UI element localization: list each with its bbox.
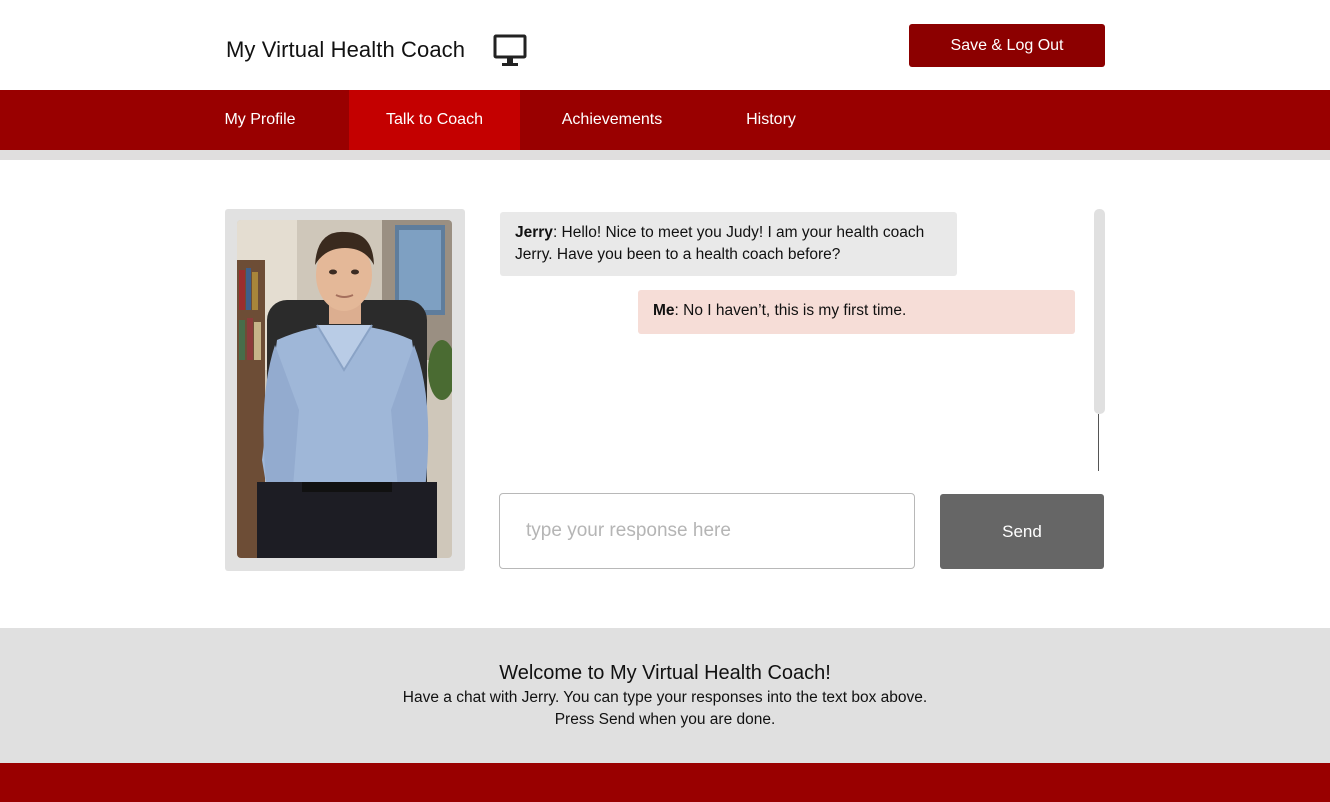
coach-avatar bbox=[237, 220, 452, 558]
coach-avatar-frame bbox=[225, 209, 465, 571]
main-nav: My Profile Talk to Coach Achievements Hi… bbox=[0, 90, 1330, 150]
footer bbox=[0, 763, 1330, 802]
message-speaker: Jerry bbox=[515, 224, 553, 241]
message-text: : No I haven’t, this is my first time. bbox=[674, 302, 907, 319]
send-button[interactable]: Send bbox=[940, 494, 1104, 569]
tab-talk-to-coach[interactable]: Talk to Coach bbox=[349, 90, 520, 150]
tab-my-profile[interactable]: My Profile bbox=[205, 90, 315, 150]
user-message: Me: No I haven’t, this is my first time. bbox=[638, 290, 1075, 334]
coach-message: Jerry: Hello! Nice to meet you Judy! I a… bbox=[500, 212, 957, 276]
chat-scrollbar[interactable] bbox=[1094, 209, 1105, 414]
response-input[interactable] bbox=[499, 493, 915, 569]
welcome-text-line-1: Have a chat with Jerry. You can type you… bbox=[402, 689, 928, 706]
tab-history[interactable]: History bbox=[731, 90, 811, 150]
nav-divider bbox=[0, 150, 1330, 160]
welcome-title: Welcome to My Virtual Health Coach! bbox=[499, 662, 831, 684]
app-title: My Virtual Health Coach bbox=[226, 37, 466, 62]
tab-achievements[interactable]: Achievements bbox=[552, 90, 672, 150]
message-text: : Hello! Nice to meet you Judy! I am you… bbox=[515, 224, 925, 263]
welcome-text-line-2: Press Send when you are done. bbox=[554, 711, 776, 728]
save-logout-button[interactable]: Save & Log Out bbox=[909, 24, 1105, 67]
chat-log: Jerry: Hello! Nice to meet you Judy! I a… bbox=[499, 209, 1099, 471]
header: My Virtual Health Coach Save & Log Out bbox=[0, 0, 1330, 90]
monitor-icon bbox=[493, 34, 527, 66]
welcome-panel: Welcome to My Virtual Health Coach! Have… bbox=[0, 628, 1330, 763]
chat-scrollbar-line bbox=[1098, 414, 1099, 471]
message-speaker: Me bbox=[653, 302, 675, 319]
